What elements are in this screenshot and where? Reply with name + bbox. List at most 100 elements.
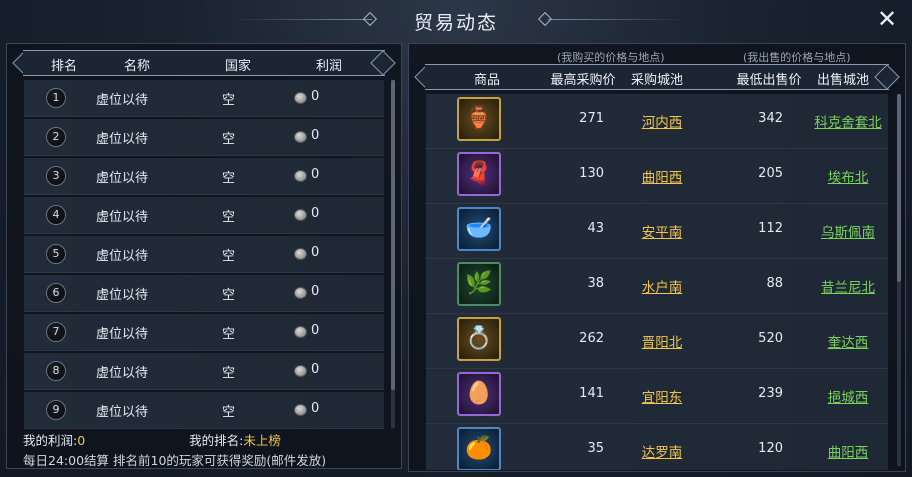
ranking-row[interactable]: 2 虚位以待 空 0 <box>24 119 384 156</box>
header-profit: 利润 <box>315 59 342 74</box>
trade-row[interactable]: 💍 262 晋阳北 520 奎达西 <box>426 314 888 369</box>
player-country: 空 <box>222 327 236 342</box>
rank-badge: 7 <box>46 322 66 342</box>
trade-list[interactable]: 🏺 271 河内西 342 科克舍套北 🧣 130 曲阳西 205 埃布北 🥣 … <box>426 94 888 470</box>
player-country: 空 <box>222 366 236 381</box>
buy-subtitle: (我购买的价格与地点) <box>557 51 665 64</box>
ranking-scrollbar[interactable] <box>391 80 395 428</box>
ranking-row[interactable]: 4 虚位以待 空 0 <box>24 197 384 234</box>
player-name: 虚位以待 <box>96 210 149 225</box>
max-buy-price: 271 <box>579 111 604 126</box>
spice-bowl-icon[interactable]: 🥣 <box>457 207 501 251</box>
coin-icon <box>294 92 307 104</box>
player-country: 空 <box>222 171 236 186</box>
max-buy-price: 130 <box>579 166 604 181</box>
header-buy-city: 采购城池 <box>630 73 683 88</box>
min-sell-price: 120 <box>758 441 783 456</box>
trade-row[interactable]: 🥣 43 安平南 112 乌斯佩南 <box>426 204 888 259</box>
player-name: 虚位以待 <box>96 327 149 342</box>
ranking-row[interactable]: 6 虚位以待 空 0 <box>24 275 384 312</box>
ranking-row[interactable]: 5 虚位以待 空 0 <box>24 236 384 273</box>
ranking-row[interactable]: 7 虚位以待 空 0 <box>24 314 384 351</box>
player-profit: 0 <box>311 284 320 299</box>
header-min-sell: 最低出售价 <box>736 73 802 88</box>
header-max-buy: 最高采购价 <box>550 73 616 88</box>
player-profit: 0 <box>311 167 320 182</box>
gem-ring-icon[interactable]: 💍 <box>457 317 501 361</box>
cotton-icon[interactable]: 🌿 <box>457 262 501 306</box>
rank-badge: 5 <box>46 244 66 264</box>
sell-city-link[interactable]: 乌斯佩南 <box>800 221 888 241</box>
rank-badge: 2 <box>46 127 66 147</box>
buy-city-link[interactable]: 安平南 <box>622 221 702 241</box>
scrollbar-thumb[interactable] <box>897 94 901 282</box>
player-profit: 0 <box>311 89 320 104</box>
max-buy-price: 262 <box>579 331 604 346</box>
ranking-row[interactable]: 1 虚位以待 空 0 <box>24 80 384 117</box>
player-country: 空 <box>222 93 236 108</box>
ranking-row[interactable]: 8 虚位以待 空 0 <box>24 353 384 390</box>
buy-city-link[interactable]: 河内西 <box>622 111 702 131</box>
coin-icon <box>294 248 307 260</box>
rank-badge: 6 <box>46 283 66 303</box>
min-sell-price: 88 <box>766 276 783 291</box>
sell-city-link[interactable]: 埃布北 <box>800 166 888 186</box>
title-bar: 贸易动态 ✕ <box>0 0 912 40</box>
trade-header: 商品 最高采购价 采购城池 最低出售价 出售城池 <box>414 64 900 90</box>
trade-scrollbar[interactable] <box>897 94 901 466</box>
fruit-basket-icon[interactable]: 🍊 <box>457 427 501 470</box>
player-profit: 0 <box>311 245 320 260</box>
my-rank-label: 我的排名: <box>189 433 244 448</box>
sell-city-link[interactable]: 昔兰尼北 <box>800 276 888 296</box>
trade-row[interactable]: 🌿 38 水户南 88 昔兰尼北 <box>426 259 888 314</box>
header-name: 名称 <box>123 59 150 74</box>
ranking-row[interactable]: 9 虚位以待 空 0 <box>24 392 384 429</box>
vase-icon[interactable]: 🏺 <box>457 97 501 141</box>
trade-row[interactable]: 🏺 271 河内西 342 科克舍套北 <box>426 94 888 149</box>
ranking-header: 排名 名称 国家 利润 <box>12 50 396 76</box>
max-buy-price: 43 <box>587 221 604 236</box>
player-name: 虚位以待 <box>96 93 149 108</box>
trade-row[interactable]: 🥚 141 宜阳东 239 挹城西 <box>426 369 888 424</box>
sell-city-link[interactable]: 挹城西 <box>800 386 888 406</box>
trade-panel: (我购买的价格与地点) (我出售的价格与地点) 商品 最高采购价 采购城池 最低… <box>408 43 906 472</box>
rank-badge: 4 <box>46 205 66 225</box>
coin-icon <box>294 209 307 221</box>
player-country: 空 <box>222 249 236 264</box>
buy-city-link[interactable]: 水户南 <box>622 276 702 296</box>
buy-city-link[interactable]: 达罗南 <box>622 441 702 461</box>
player-name: 虚位以待 <box>96 132 149 147</box>
player-country: 空 <box>222 132 236 147</box>
sell-city-link[interactable]: 曲阳西 <box>800 441 888 461</box>
player-country: 空 <box>222 288 236 303</box>
silk-icon[interactable]: 🧣 <box>457 152 501 196</box>
player-profit: 0 <box>311 323 320 338</box>
close-icon[interactable]: ✕ <box>874 6 900 32</box>
header-rank: 排名 <box>50 59 77 74</box>
egg-icon[interactable]: 🥚 <box>457 372 501 416</box>
coin-icon <box>294 326 307 338</box>
sell-city-link[interactable]: 奎达西 <box>800 331 888 351</box>
player-name: 虚位以待 <box>96 171 149 186</box>
min-sell-price: 239 <box>758 386 783 401</box>
buy-city-link[interactable]: 晋阳北 <box>622 331 702 351</box>
max-buy-price: 141 <box>579 386 604 401</box>
coin-icon <box>294 287 307 299</box>
window-title: 贸易动态 <box>413 12 498 34</box>
coin-icon <box>294 365 307 377</box>
buy-city-link[interactable]: 宜阳东 <box>622 386 702 406</box>
buy-city-link[interactable]: 曲阳西 <box>622 166 702 186</box>
sell-city-link[interactable]: 科克舍套北 <box>800 111 888 131</box>
player-name: 虚位以待 <box>96 288 149 303</box>
scrollbar-thumb[interactable] <box>391 80 395 390</box>
min-sell-price: 205 <box>758 166 783 181</box>
ranking-row[interactable]: 3 虚位以待 空 0 <box>24 158 384 195</box>
player-profit: 0 <box>311 206 320 221</box>
player-profit: 0 <box>311 401 320 416</box>
min-sell-price: 112 <box>758 221 783 236</box>
trade-row[interactable]: 🧣 130 曲阳西 205 埃布北 <box>426 149 888 204</box>
my-stats: 我的利润:0 我的排名:未上榜 <box>23 430 281 449</box>
trade-row[interactable]: 🍊 35 达罗南 120 曲阳西 <box>426 424 888 470</box>
my-profit-label: 我的利润: <box>23 433 78 448</box>
player-name: 虚位以待 <box>96 249 149 264</box>
